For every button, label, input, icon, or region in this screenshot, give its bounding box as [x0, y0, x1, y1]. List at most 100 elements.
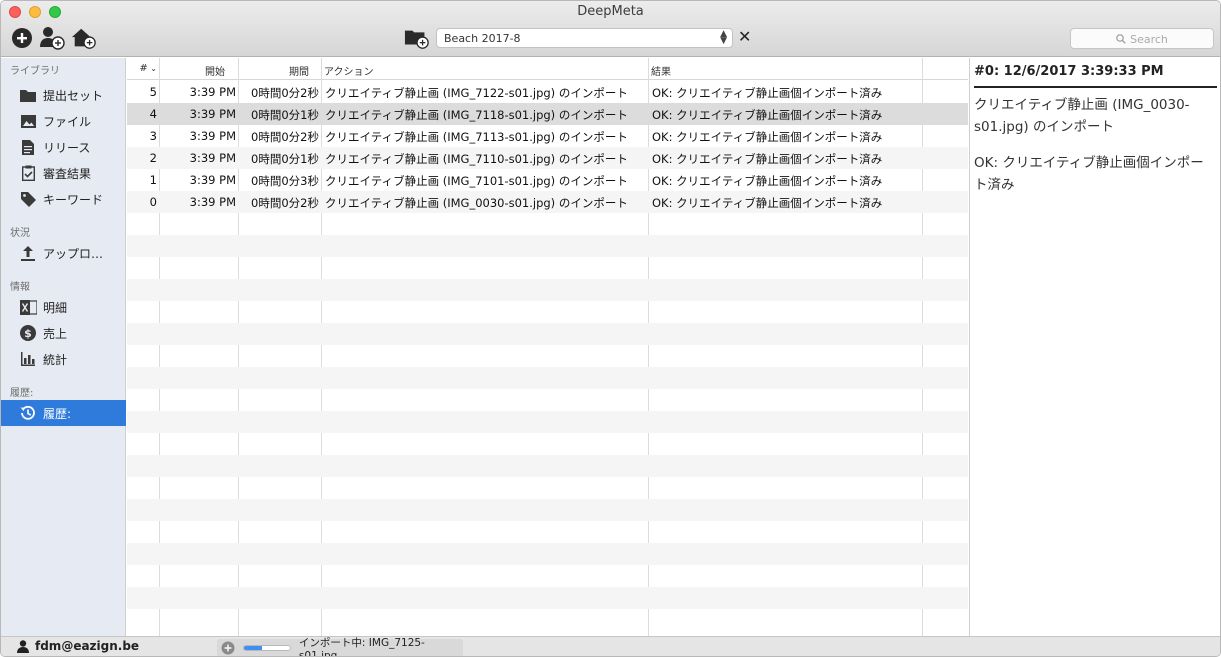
empty-row — [127, 389, 968, 411]
progress-fill — [244, 646, 263, 650]
cell-duration: 0時間0分2秒 — [251, 130, 319, 144]
table-row[interactable]: 3 3:39 PM 0時間0分2秒 クリエイティブ静止画 (IMG_7113-s… — [127, 125, 968, 147]
col-header-result[interactable]: 結果 — [649, 58, 923, 80]
table-row[interactable]: 5 3:39 PM 0時間0分2秒 クリエイティブ静止画 (IMG_7122-s… — [127, 81, 968, 103]
empty-row — [127, 433, 968, 455]
table-row[interactable]: 2 3:39 PM 0時間0分1秒 クリエイティブ静止画 (IMG_7110-s… — [127, 147, 968, 169]
sidebar-item-label: キーワード — [43, 192, 104, 207]
col-header-action[interactable]: アクション — [322, 58, 649, 80]
empty-row — [127, 587, 968, 609]
cell-action: クリエイティブ静止画 (IMG_7113-s01.jpg) のインポート — [325, 130, 628, 144]
detail-panel: #0: 12/6/2017 3:39:33 PM クリエイティブ静止画 (IMG… — [969, 58, 1220, 636]
svg-text:$: $ — [24, 327, 32, 340]
document-icon — [19, 138, 37, 156]
search-placeholder: Search — [1130, 33, 1168, 46]
sidebar-item-submissions[interactable]: 提出セット — [1, 82, 126, 108]
sidebar-section-history: 履歴: — [10, 388, 34, 399]
detail-title: #0: 12/6/2017 3:39:33 PM — [974, 64, 1164, 79]
cell-result: OK: クリエイティブ静止画個インポート済み — [652, 196, 883, 210]
add-user-button[interactable] — [39, 25, 65, 51]
cell-number: 2 — [149, 151, 157, 165]
user-icon — [17, 639, 29, 653]
table-row[interactable]: 0 3:39 PM 0時間0分2秒 クリエイティブ静止画 (IMG_0030-s… — [127, 191, 968, 213]
add-folder-button[interactable] — [404, 25, 430, 51]
add-home-icon — [71, 28, 96, 49]
col-header-duration[interactable]: 期間 — [239, 58, 322, 80]
empty-row — [127, 213, 968, 235]
import-progress-bar — [243, 645, 291, 651]
status-bar: fdm@eazign.be インポート中: IMG_7125-s01.jpg — [1, 636, 1220, 656]
empty-row — [127, 411, 968, 433]
add-button[interactable] — [9, 25, 35, 51]
user-email: fdm@eazign.be — [35, 639, 140, 653]
sidebar-item-sales[interactable]: $ 売上 — [1, 320, 126, 346]
cell-start: 3:39 PM — [189, 195, 236, 209]
sidebar-item-label: アップロ… — [43, 246, 104, 261]
empty-row — [127, 521, 968, 543]
empty-row — [127, 499, 968, 521]
sidebar-item-releases[interactable]: リリース — [1, 134, 126, 160]
cell-duration: 0時間0分3秒 — [251, 174, 319, 188]
empty-row — [127, 345, 968, 367]
cell-result: OK: クリエイティブ静止画個インポート済み — [652, 174, 883, 188]
sidebar-item-stats[interactable]: 統計 — [1, 346, 126, 372]
table-row-selected[interactable]: 4 3:39 PM 0時間0分1秒 クリエイティブ静止画 (IMG_7118-s… — [127, 103, 968, 125]
col-header-number[interactable]: # ⌄ — [127, 58, 160, 80]
add-property-button[interactable] — [71, 25, 97, 51]
bar-chart-icon — [19, 350, 37, 368]
folder-icon — [19, 86, 37, 104]
sidebar-item-keywords[interactable]: キーワード — [1, 186, 126, 212]
detail-result: OK: クリエイティブ静止画個インポート済み — [974, 155, 1204, 193]
empty-row — [127, 301, 968, 323]
cell-start: 3:39 PM — [189, 129, 236, 143]
clear-selection-button[interactable]: ✕ — [738, 28, 751, 46]
cell-start: 3:39 PM — [189, 107, 236, 121]
cell-start: 3:39 PM — [189, 85, 236, 99]
tag-icon — [19, 190, 37, 208]
sidebar-section-status: 状況 — [10, 228, 30, 239]
sidebar-item-files[interactable]: ファイル — [1, 108, 126, 134]
sidebar-item-reviews[interactable]: 審査結果 — [1, 160, 126, 186]
app-window: DeepMeta Beach 2017-8 ▲ ▼ ✕ Search ライブラリ … — [0, 0, 1221, 657]
empty-row — [127, 565, 968, 587]
folder-add-icon — [404, 30, 429, 49]
sidebar-item-details[interactable]: 明細 — [1, 294, 126, 320]
empty-row — [127, 235, 968, 257]
search-field[interactable]: Search — [1070, 28, 1214, 49]
cell-result: OK: クリエイティブ静止画個インポート済み — [652, 86, 883, 100]
col-header-start[interactable]: 開始 — [160, 58, 239, 80]
user-account[interactable]: fdm@eazign.be — [17, 639, 139, 653]
window-title: DeepMeta — [577, 4, 644, 19]
plus-circle-icon[interactable] — [221, 641, 235, 655]
sidebar-section-library: ライブラリ — [10, 66, 60, 77]
empty-row — [127, 323, 968, 345]
sidebar-item-upload[interactable]: アップロ… — [1, 240, 126, 266]
cell-duration: 0時間0分2秒 — [251, 86, 319, 100]
cell-action: クリエイティブ静止画 (IMG_7101-s01.jpg) のインポート — [325, 174, 628, 188]
table-row[interactable]: 1 3:39 PM 0時間0分3秒 クリエイティブ静止画 (IMG_7101-s… — [127, 169, 968, 191]
empty-row — [127, 543, 968, 565]
sidebar-item-label: 明細 — [43, 300, 68, 315]
import-job: インポート中: IMG_7125-s01.jpg — [217, 637, 463, 656]
updown-arrows-icon: ▲ ▼ — [720, 29, 727, 46]
cell-number: 4 — [149, 107, 157, 121]
empty-row — [127, 477, 968, 499]
col-header-spare — [923, 58, 968, 80]
catalog-select[interactable]: Beach 2017-8 ▲ ▼ — [436, 28, 733, 48]
sidebar-item-label: 審査結果 — [43, 166, 92, 181]
dollar-icon: $ — [19, 324, 37, 342]
sidebar-item-label: リリース — [43, 140, 91, 155]
sidebar-item-label: 履歴: — [43, 406, 72, 421]
sidebar-item-label: 売上 — [43, 326, 68, 341]
import-status-text: インポート中: IMG_7125-s01.jpg — [298, 636, 425, 657]
sidebar-item-history[interactable]: 履歴: — [1, 400, 126, 426]
upload-icon — [19, 244, 37, 262]
cell-result: OK: クリエイティブ静止画個インポート済み — [652, 130, 883, 144]
sidebar-item-label: 提出セット — [43, 88, 104, 103]
plus-circle-icon — [12, 28, 32, 48]
cell-number: 1 — [149, 173, 157, 187]
cell-start: 3:39 PM — [189, 151, 236, 165]
empty-row — [127, 257, 968, 279]
cell-number: 3 — [149, 129, 157, 143]
sort-descending-icon: ⌄ — [147, 64, 157, 73]
